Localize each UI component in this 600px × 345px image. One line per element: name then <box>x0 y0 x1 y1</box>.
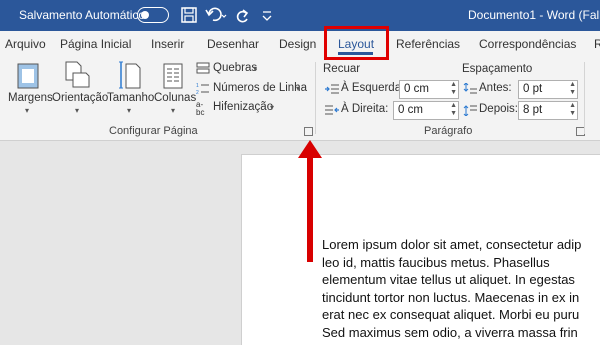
tab-pagina-inicial[interactable]: Página Inicial <box>60 37 131 51</box>
chevron-down-icon: ▾ <box>270 103 275 112</box>
autosave-toggle[interactable] <box>137 7 169 23</box>
indent-left-label: À Esquerda: <box>341 82 405 94</box>
document-line: elementum vitae tellus ut aliquet. In eg… <box>322 272 575 287</box>
spacing-before-value: 0 pt <box>523 83 543 95</box>
page-setup-launcher-icon[interactable] <box>304 127 313 136</box>
document-line: leo id, mattis faucibus metus. Phasellus <box>322 254 550 270</box>
redo-icon[interactable] <box>234 5 252 25</box>
group-divider <box>315 62 316 134</box>
paragraph-group-label: Parágrafo <box>424 125 473 137</box>
orientation-label: Orientação <box>52 92 109 104</box>
tab-inserir[interactable]: Inserir <box>151 37 184 51</box>
line-numbers-icon: 1 2 <box>196 83 209 95</box>
indent-right-input[interactable]: 0 cm ▲ ▼ <box>393 101 459 120</box>
document-line: erat nec ex consequat aliquet. Morbi eu … <box>322 307 580 322</box>
chevron-down-icon: ▾ <box>296 84 301 93</box>
chevron-down-icon: ▾ <box>171 106 176 115</box>
tab-revisao[interactable]: R <box>594 37 600 51</box>
columns-icon <box>163 63 183 89</box>
tab-correspondencias[interactable]: Correspondências <box>479 37 576 51</box>
chevron-down-icon: ▾ <box>25 106 30 115</box>
indent-left-icon <box>325 84 339 94</box>
indent-right-label: À Direita: <box>341 103 389 115</box>
orientation-icon <box>65 61 90 88</box>
spin-arrows-icon[interactable]: ▲ ▼ <box>450 102 457 118</box>
spacing-after-value: 8 pt <box>523 104 543 116</box>
pointer-arrow-icon <box>298 140 322 262</box>
spin-arrows-icon[interactable]: ▲ ▼ <box>450 81 457 97</box>
columns-label: Colunas <box>154 92 197 104</box>
chevron-down-icon: ▾ <box>127 106 132 115</box>
margins-icon <box>17 63 39 89</box>
toggle-knob <box>141 10 149 19</box>
tab-arquivo[interactable]: Arquivo <box>5 37 46 51</box>
margins-label: Margens <box>8 92 53 104</box>
size-icon <box>119 61 141 89</box>
hyphenation-label: Hifenização <box>213 101 274 113</box>
spin-arrows-icon[interactable]: ▲ ▼ <box>569 102 576 118</box>
document-body[interactable]: Lorem ipsum dolor sit amet, consectetur … <box>322 236 600 341</box>
page-setup-group-label: Configurar Página <box>109 125 198 137</box>
size-label: Tamanho <box>107 92 155 104</box>
spacing-header: Espaçamento <box>462 63 533 75</box>
ribbon-tabs: Arquivo Página Inicial Inserir Desenhar … <box>0 31 600 58</box>
document-title: Documento1 - Word (Falha <box>468 8 600 22</box>
svg-text:2: 2 <box>196 90 199 95</box>
save-icon[interactable] <box>180 5 198 25</box>
spacing-after-icon <box>463 105 477 116</box>
document-line: Lorem ipsum dolor sit amet, consectetur … <box>322 237 582 252</box>
indent-left-value: 0 cm <box>404 83 429 95</box>
spacing-before-icon <box>463 83 477 94</box>
undo-icon[interactable] <box>205 5 227 25</box>
customize-toolbar-icon[interactable] <box>260 5 274 25</box>
breaks-label: Quebras <box>213 62 258 74</box>
document-line: tincidunt tortor non luctus. Maecenas in… <box>322 289 580 305</box>
spacing-after-input[interactable]: 8 pt ▲ ▼ <box>518 101 578 120</box>
tab-desenhar[interactable]: Desenhar <box>207 37 259 51</box>
spacing-after-label: Depois: <box>479 103 518 115</box>
chevron-down-icon: ▾ <box>75 106 80 115</box>
indent-right-icon <box>325 105 339 115</box>
indent-right-value: 0 cm <box>398 104 423 116</box>
autosave-label: Salvamento Automático <box>19 8 146 22</box>
hyphenation-icon: a-bc <box>196 100 205 117</box>
document-line: Sed maximus sem odio, a viverra massa fr… <box>322 324 578 340</box>
spin-arrows-icon[interactable]: ▲ ▼ <box>569 81 576 97</box>
chevron-down-icon: ▾ <box>253 64 258 73</box>
spacing-before-input[interactable]: 0 pt ▲ ▼ <box>518 80 578 99</box>
breaks-icon <box>196 62 210 74</box>
tab-design[interactable]: Design <box>279 37 316 51</box>
layout-tab-highlight <box>324 26 389 60</box>
line-numbers-label: Números de Linha <box>213 82 307 94</box>
title-bar: Salvamento Automático Documento1 - Word … <box>0 0 600 31</box>
group-divider <box>584 62 585 134</box>
svg-text:1: 1 <box>196 83 199 89</box>
spacing-before-label: Antes: <box>479 82 512 94</box>
tab-referencias[interactable]: Referências <box>396 37 460 51</box>
indent-header: Recuar <box>323 63 361 75</box>
indent-left-input[interactable]: 0 cm ▲ ▼ <box>399 80 459 99</box>
